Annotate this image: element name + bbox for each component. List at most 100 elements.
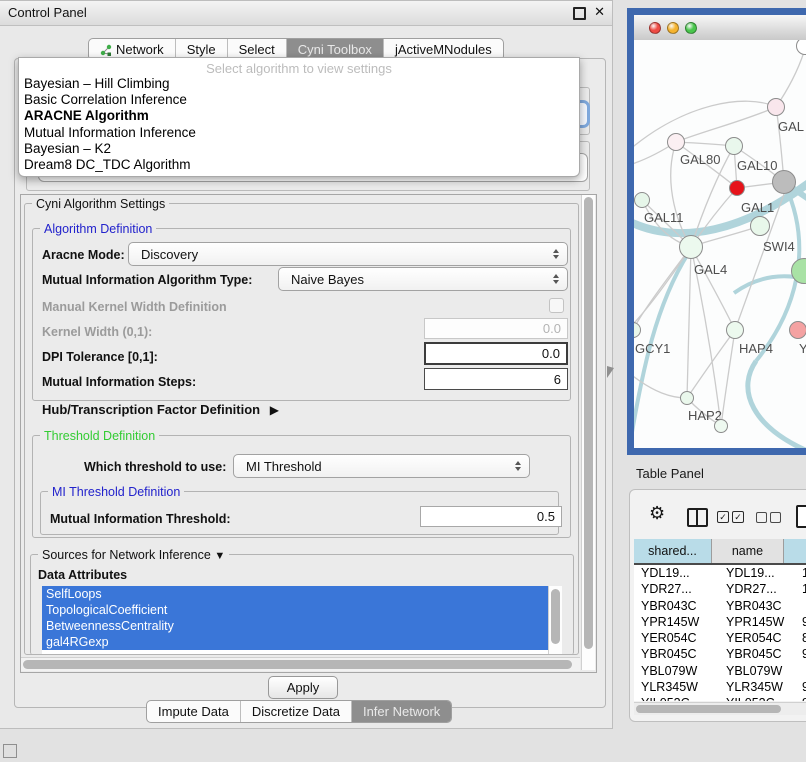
network-node-swi4[interactable] xyxy=(750,216,770,236)
tab-infer-network[interactable]: Infer Network xyxy=(351,701,451,722)
table-row[interactable]: YDR27...YDR27...12 xyxy=(634,581,806,597)
table-row[interactable]: YIL052CYIL052C9 xyxy=(634,695,806,701)
window-close-icon[interactable] xyxy=(649,22,661,34)
hub-definition-toggle[interactable]: Hub/Transcription Factor Definition ▶ xyxy=(42,402,279,417)
window-zoom-icon[interactable] xyxy=(685,22,697,34)
tab-label: Infer Network xyxy=(363,704,440,719)
network-node-gal4[interactable] xyxy=(679,235,703,259)
table-row[interactable]: YLR345WYLR345W9. xyxy=(634,679,806,695)
attribute-item-betweennesscentrality[interactable]: BetweennessCentrality xyxy=(42,618,561,634)
network-node-hap2[interactable] xyxy=(680,391,694,405)
column-header-name[interactable]: name xyxy=(712,539,784,563)
table-cell xyxy=(798,663,806,679)
table-cell: 12 xyxy=(798,581,806,597)
unchecked-box-icon[interactable] xyxy=(770,512,781,523)
gear-icon[interactable]: ⚙ xyxy=(649,503,665,524)
table-cell: YLR345W xyxy=(719,679,798,695)
table-row[interactable]: YDL19...YDL19...13 xyxy=(634,565,806,581)
aracne-mode-combo[interactable]: Discovery xyxy=(128,242,568,266)
unchecked-box-icon[interactable] xyxy=(756,512,767,523)
network-node[interactable] xyxy=(714,419,728,433)
combo-stepper-icon xyxy=(511,458,529,474)
table-cell: YBL079W xyxy=(634,663,719,679)
threshold-definition-title: Threshold Definition xyxy=(40,429,159,443)
mi-algorithm-type-combo[interactable]: Naive Bayes xyxy=(278,267,568,291)
network-node-gal1[interactable] xyxy=(729,180,745,196)
tab-impute-data[interactable]: Impute Data xyxy=(147,701,240,722)
settings-vertical-scrollbar[interactable] xyxy=(581,195,595,670)
attributes-list-scrollbar[interactable] xyxy=(548,586,562,654)
table-row[interactable]: YPR145WYPR145W9. xyxy=(634,614,806,630)
node-label-gal11: GAL11 xyxy=(644,210,684,225)
dropdown-item-aracne-algorithm[interactable]: ARACNE Algorithm xyxy=(24,108,149,123)
tab-label: jActiveMNodules xyxy=(395,42,492,57)
dropdown-item-dream8-dc-tdc-algorithm[interactable]: Dream8 DC_TDC Algorithm xyxy=(24,157,191,172)
table-cell: YIL052C xyxy=(719,695,798,701)
network-node-hap4[interactable] xyxy=(726,321,744,339)
node-label-y: Y xyxy=(799,341,806,356)
table-cell xyxy=(798,598,806,614)
attribute-item-selfloops[interactable]: SelfLoops xyxy=(42,586,561,602)
settings-horizontal-scrollbar[interactable] xyxy=(21,657,580,671)
manual-kernel-label: Manual Kernel Width Definition xyxy=(42,300,227,314)
tab-label: Cyni Toolbox xyxy=(298,42,372,57)
node-label-gal10: GAL10 xyxy=(737,158,777,173)
table-cell: YBR043C xyxy=(634,598,719,614)
hub-definition-label: Hub/Transcription Factor Definition xyxy=(42,402,260,417)
checked-box-icon[interactable]: ✓ xyxy=(717,511,729,523)
mi-steps-label: Mutual Information Steps: xyxy=(42,375,196,389)
data-attributes-label: Data Attributes xyxy=(38,568,127,582)
combo-stepper-icon xyxy=(549,246,567,262)
attribute-item-topologicalcoefficient[interactable]: TopologicalCoefficient xyxy=(42,602,561,618)
network-node-gal11[interactable] xyxy=(634,192,650,208)
node-label-gcy1: GCY1 xyxy=(635,341,670,356)
table-cell: 9. xyxy=(798,646,806,662)
network-window-titlebar[interactable] xyxy=(634,15,806,41)
manual-kernel-checkbox[interactable] xyxy=(549,298,564,313)
kernel-width-input[interactable] xyxy=(424,318,568,339)
mi-steps-input[interactable] xyxy=(424,368,568,390)
close-icon[interactable]: ✕ xyxy=(594,4,605,20)
table-cell: YDR27... xyxy=(719,581,798,597)
page-icon[interactable] xyxy=(796,505,806,528)
network-node-gal[interactable] xyxy=(767,98,785,116)
tab-label: Style xyxy=(187,42,216,57)
network-node[interactable] xyxy=(772,170,796,194)
tab-discretize-data[interactable]: Discretize Data xyxy=(240,701,351,722)
sources-group-title[interactable]: Sources for Network Inference ▼ xyxy=(38,548,229,562)
panel-grip-icon[interactable] xyxy=(3,744,17,758)
table-row[interactable]: YBR043CYBR043C xyxy=(634,598,806,614)
dropdown-item-basic-correlation-inference[interactable]: Basic Correlation Inference xyxy=(24,92,187,107)
column-view-icon[interactable] xyxy=(687,508,708,527)
table-cell: YDL19... xyxy=(719,565,798,581)
dropdown-item-bayesian-k2[interactable]: Bayesian – K2 xyxy=(24,141,111,156)
dpi-tolerance-input[interactable] xyxy=(424,342,568,365)
network-node-gal80[interactable] xyxy=(667,133,685,151)
mi-threshold-input[interactable] xyxy=(420,506,562,527)
dropdown-item-mutual-information-inference[interactable]: Mutual Information Inference xyxy=(24,125,196,140)
network-node-gal10[interactable] xyxy=(725,137,743,155)
table-row[interactable]: YER054CYER054C8. xyxy=(634,630,806,646)
network-node-y[interactable] xyxy=(789,321,806,339)
table-horizontal-scrollbar[interactable] xyxy=(634,702,806,715)
column-header-shared-[interactable]: shared... xyxy=(634,539,712,563)
network-canvas[interactable]: GALGAL80GAL10GAL1GAL11SWI4GAL4GCY1HAP4YH… xyxy=(634,40,806,448)
checked-box-icon[interactable]: ✓ xyxy=(732,511,744,523)
column-header-3[interactable] xyxy=(784,539,806,563)
node-label-hap4: HAP4 xyxy=(739,341,773,356)
bottom-tabbar: Impute Data Discretize Data Infer Network xyxy=(146,700,452,723)
window-minimize-icon[interactable] xyxy=(667,22,679,34)
network-view-window[interactable]: GALGAL80GAL10GAL1GAL11SWI4GAL4GCY1HAP4YH… xyxy=(627,8,806,455)
attribute-item-gal4rgexp[interactable]: gal4RGexp xyxy=(42,634,561,650)
which-threshold-combo[interactable]: MI Threshold xyxy=(233,454,530,478)
table-cell: YER054C xyxy=(719,630,798,646)
dropdown-item-bayesian-hill-climbing[interactable]: Bayesian – Hill Climbing xyxy=(24,76,170,91)
table-cell: YBL079W xyxy=(719,663,798,679)
tab-label: Impute Data xyxy=(158,704,229,719)
splitter-handle-icon[interactable] xyxy=(607,366,614,378)
float-panel-icon[interactable] xyxy=(573,7,586,20)
apply-button[interactable]: Apply xyxy=(268,676,338,699)
sources-title-text: Sources for Network Inference xyxy=(42,548,211,562)
table-row[interactable]: YBR045CYBR045C9. xyxy=(634,646,806,662)
table-row[interactable]: YBL079WYBL079W xyxy=(634,663,806,679)
